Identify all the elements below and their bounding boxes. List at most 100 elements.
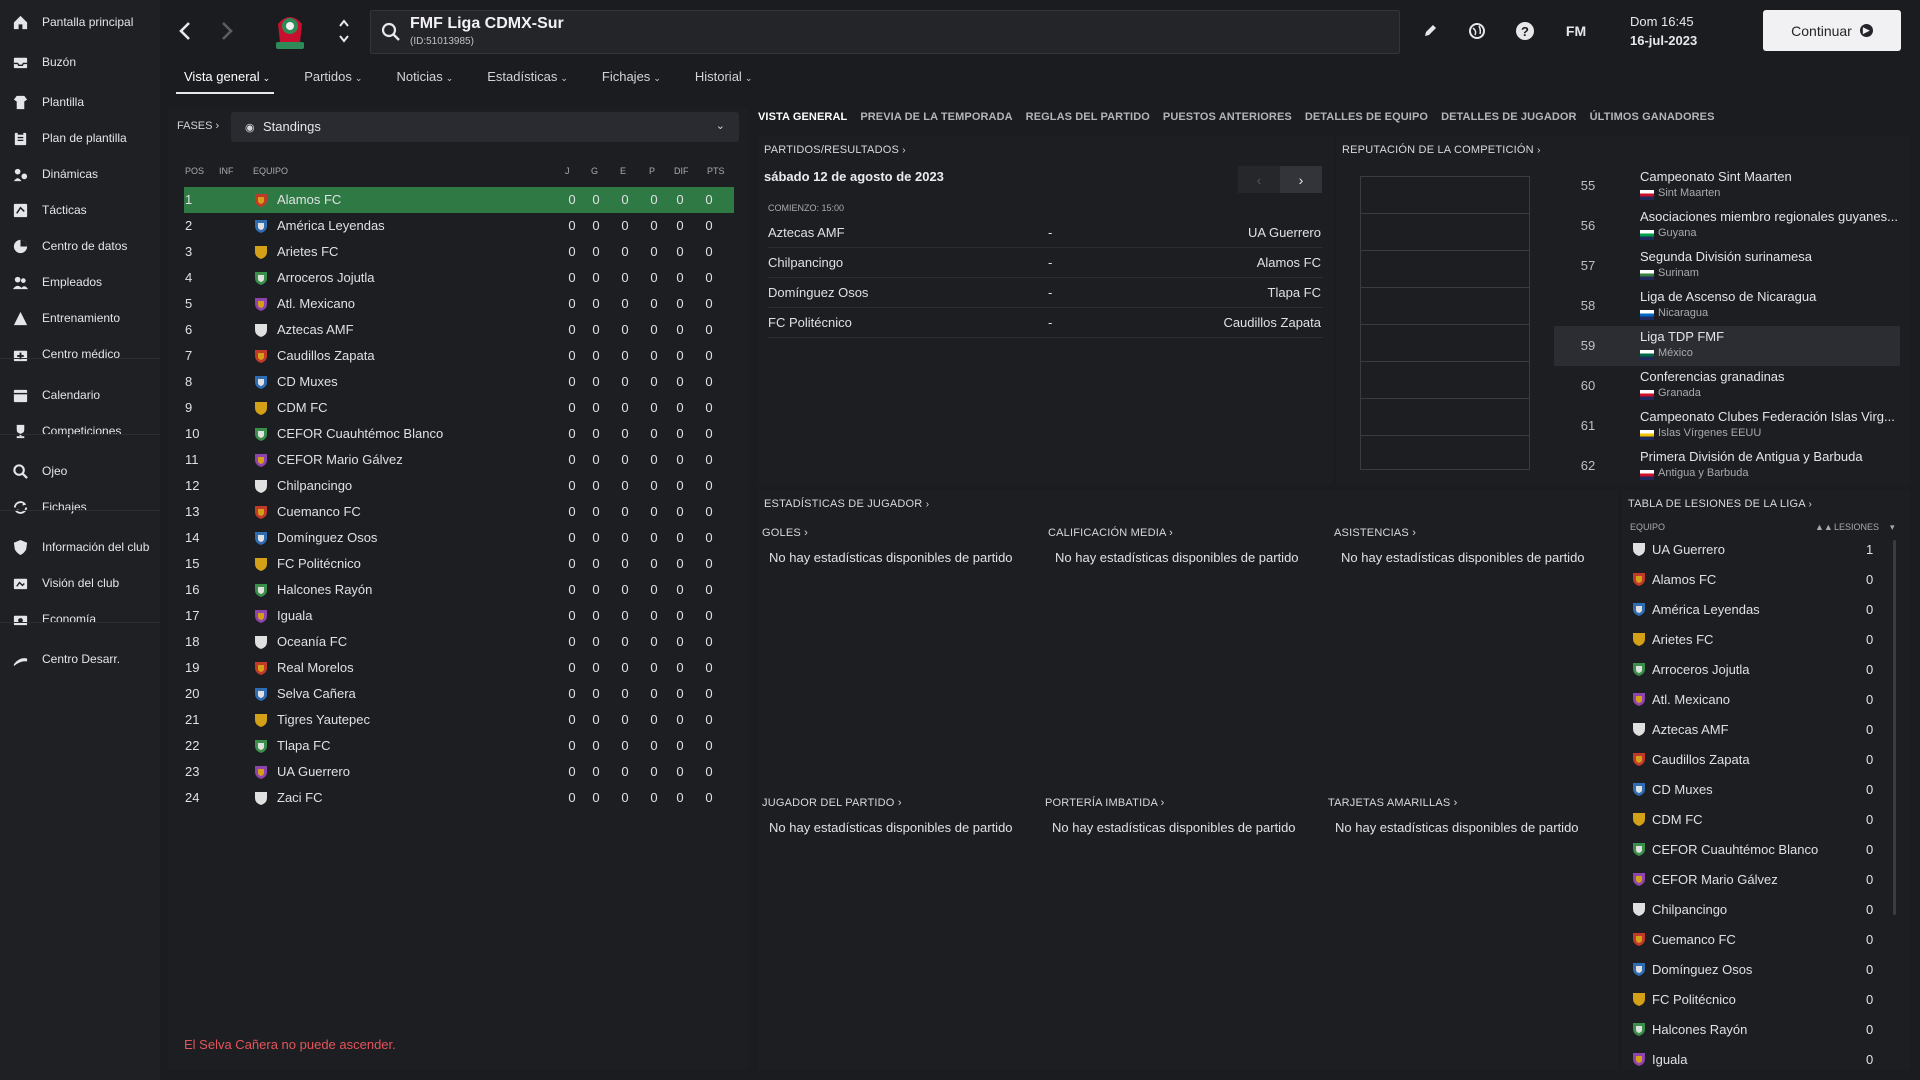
table-row[interactable]: 1 Alamos FC 0 0 0 0 0 0 — [184, 187, 734, 213]
team-name[interactable]: Chilpancingo — [1652, 902, 1727, 917]
team-name[interactable]: Iguala — [1652, 1052, 1687, 1067]
reputation-item[interactable]: 61 Campeonato Clubes Federación Islas Vir… — [1554, 406, 1900, 446]
player-stats-title-link[interactable]: ESTADÍSTICAS DE JUGADOR › — [764, 498, 929, 510]
injury-row[interactable]: CEFOR Mario Gálvez 0 — [1630, 865, 1892, 895]
team-name[interactable]: Arietes FC — [1652, 632, 1713, 647]
team-name[interactable]: CD Muxes — [1652, 782, 1713, 797]
injury-row[interactable]: Caudillos Zapata 0 — [1630, 745, 1892, 775]
team-name[interactable]: Domínguez Osos — [1652, 962, 1752, 977]
home-team[interactable]: Aztecas AMF — [768, 225, 845, 240]
country-name[interactable]: Granada — [1658, 387, 1701, 399]
sort-icon[interactable]: ▲▲ — [1815, 522, 1833, 532]
tab-estadísticas[interactable]: Estadísticas ⌄ — [479, 66, 572, 94]
team-name[interactable]: Alamos FC — [277, 192, 341, 207]
reputation-item[interactable]: 57 Segunda División surinamesa Surinam — [1554, 246, 1900, 286]
table-row[interactable]: 7 Caudillos Zapata 0 0 0 0 0 0 — [184, 343, 734, 369]
team-name[interactable]: América Leyendas — [277, 218, 385, 233]
reputation-item[interactable]: 58 Liga de Ascenso de Nicaragua Nicaragua — [1554, 286, 1900, 326]
subtab-últimos-ganadores[interactable]: ÚLTIMOS GANADORES — [1590, 111, 1715, 123]
stat-block-title-link[interactable]: ASISTENCIAS › — [1334, 527, 1585, 539]
injury-row[interactable]: Arroceros Jojutla 0 — [1630, 655, 1892, 685]
team-name[interactable]: FC Politécnico — [277, 556, 361, 571]
back-button[interactable] — [170, 16, 200, 46]
competition-name[interactable]: Segunda División surinamesa — [1640, 249, 1898, 264]
team-name[interactable]: FC Politécnico — [1652, 992, 1736, 1007]
sidebar-item-fichajes[interactable]: Fichajes — [0, 490, 160, 524]
subtab-detalles-de-jugador[interactable]: DETALLES DE JUGADOR — [1441, 111, 1577, 123]
team-name[interactable]: Halcones Rayón — [1652, 1022, 1747, 1037]
col-inj-team[interactable]: EQUIPO — [1630, 522, 1665, 532]
stat-block-title-link[interactable]: JUGADOR DEL PARTIDO › — [762, 797, 1013, 809]
subtab-puestos-anteriores[interactable]: PUESTOS ANTERIORES — [1163, 111, 1292, 123]
table-row[interactable]: 20 Selva Cañera 0 0 0 0 0 0 — [184, 681, 734, 707]
injury-row[interactable]: Chilpancingo 0 — [1630, 895, 1892, 925]
sidebar-item-entrenamiento[interactable]: Entrenamiento — [0, 301, 160, 335]
sidebar-item-pantalla-principal[interactable]: Pantalla principal — [0, 5, 160, 39]
world-button[interactable] — [1466, 20, 1488, 42]
table-row[interactable]: 5 Atl. Mexicano 0 0 0 0 0 0 — [184, 291, 734, 317]
table-row[interactable]: 12 Chilpancingo 0 0 0 0 0 0 — [184, 473, 734, 499]
country-name[interactable]: Guyana — [1658, 227, 1697, 239]
country-name[interactable]: Antigua y Barbuda — [1658, 467, 1749, 479]
injury-row[interactable]: Iguala 0 — [1630, 1045, 1892, 1070]
team-name[interactable]: Selva Cañera — [277, 686, 356, 701]
injuries-scrollbar[interactable] — [1893, 540, 1896, 915]
injury-row[interactable]: CEFOR Cuauhtémoc Blanco 0 — [1630, 835, 1892, 865]
team-name[interactable]: Aztecas AMF — [1652, 722, 1729, 737]
help-button[interactable]: ? — [1514, 20, 1536, 42]
team-name[interactable]: Cuemanco FC — [277, 504, 361, 519]
team-name[interactable]: Oceanía FC — [277, 634, 347, 649]
competition-search[interactable]: FMF Liga CDMX-Sur (ID:51013985) — [370, 10, 1400, 54]
table-row[interactable]: 10 CEFOR Cuauhtémoc Blanco 0 0 0 0 0 0 — [184, 421, 734, 447]
table-row[interactable]: 15 FC Politécnico 0 0 0 0 0 0 — [184, 551, 734, 577]
sidebar-item-tácticas[interactable]: Tácticas — [0, 193, 160, 227]
table-row[interactable]: 13 Cuemanco FC 0 0 0 0 0 0 — [184, 499, 734, 525]
col-lost[interactable]: P — [649, 166, 655, 176]
subtab-previa-de-la-temporada[interactable]: PREVIA DE LA TEMPORADA — [860, 111, 1012, 123]
home-team[interactable]: FC Politécnico — [768, 315, 852, 330]
injury-row[interactable]: América Leyendas 0 — [1630, 595, 1892, 625]
tab-noticias[interactable]: Noticias ⌄ — [388, 66, 457, 94]
team-name[interactable]: CDM FC — [277, 400, 328, 415]
team-name[interactable]: Atl. Mexicano — [277, 296, 355, 311]
sidebar-item-economía[interactable]: Economía — [0, 602, 160, 636]
fases-link[interactable]: FASES › — [177, 120, 219, 132]
competition-name[interactable]: Campeonato Sint Maarten — [1640, 169, 1898, 184]
competition-name[interactable]: Liga TDP FMF — [1640, 329, 1898, 344]
country-name[interactable]: México — [1658, 347, 1693, 359]
col-drawn[interactable]: E — [620, 166, 626, 176]
away-team[interactable]: Alamos FC — [1257, 255, 1321, 270]
continue-button[interactable]: Continuar ▶ — [1763, 10, 1901, 51]
fm-menu-button[interactable]: FM — [1559, 20, 1593, 42]
team-name[interactable]: CEFOR Cuauhtémoc Blanco — [277, 426, 443, 441]
fixture-row[interactable]: FC Politécnico - Caudillos Zapata — [768, 308, 1323, 338]
sidebar-item-centro-de-datos[interactable]: Centro de datos — [0, 229, 160, 263]
away-team[interactable]: Caudillos Zapata — [1223, 315, 1321, 330]
col-inf[interactable]: INF — [219, 166, 234, 176]
sidebar-item-buzón[interactable]: Buzón — [0, 45, 160, 79]
team-name[interactable]: Chilpancingo — [277, 478, 352, 493]
col-points[interactable]: PTS — [707, 166, 725, 176]
team-name[interactable]: América Leyendas — [1652, 602, 1760, 617]
reputation-item[interactable]: 59 Liga TDP FMF México — [1554, 326, 1900, 366]
country-name[interactable]: Islas Vírgenes EEUU — [1658, 427, 1761, 439]
injury-row[interactable]: Domínguez Osos 0 — [1630, 955, 1892, 985]
competition-name[interactable]: Liga de Ascenso de Nicaragua — [1640, 289, 1898, 304]
stat-block-title-link[interactable]: CALIFICACIÓN MEDIA › — [1048, 527, 1299, 539]
team-name[interactable]: Iguala — [277, 608, 312, 623]
tab-fichajes[interactable]: Fichajes ⌄ — [594, 66, 665, 94]
game-date[interactable]: Dom 16:45 16-jul-2023 — [1630, 14, 1697, 48]
sidebar-item-calendario[interactable]: Calendario — [0, 378, 160, 412]
injury-row[interactable]: Aztecas AMF 0 — [1630, 715, 1892, 745]
team-name[interactable]: Arroceros Jojutla — [1652, 662, 1750, 677]
sidebar-item-empleados[interactable]: Empleados — [0, 265, 160, 299]
country-name[interactable]: Nicaragua — [1658, 307, 1708, 319]
table-row[interactable]: 21 Tigres Yautepec 0 0 0 0 0 0 — [184, 707, 734, 733]
table-row[interactable]: 4 Arroceros Jojutla 0 0 0 0 0 0 — [184, 265, 734, 291]
tab-partidos[interactable]: Partidos ⌄ — [296, 66, 366, 94]
injury-row[interactable]: UA Guerrero 1 — [1630, 535, 1892, 565]
sidebar-item-plan-de-plantilla[interactable]: Plan de plantilla — [0, 121, 160, 155]
next-date-button[interactable]: › — [1280, 166, 1322, 193]
team-name[interactable]: Halcones Rayón — [277, 582, 372, 597]
col-played[interactable]: J — [565, 166, 570, 176]
